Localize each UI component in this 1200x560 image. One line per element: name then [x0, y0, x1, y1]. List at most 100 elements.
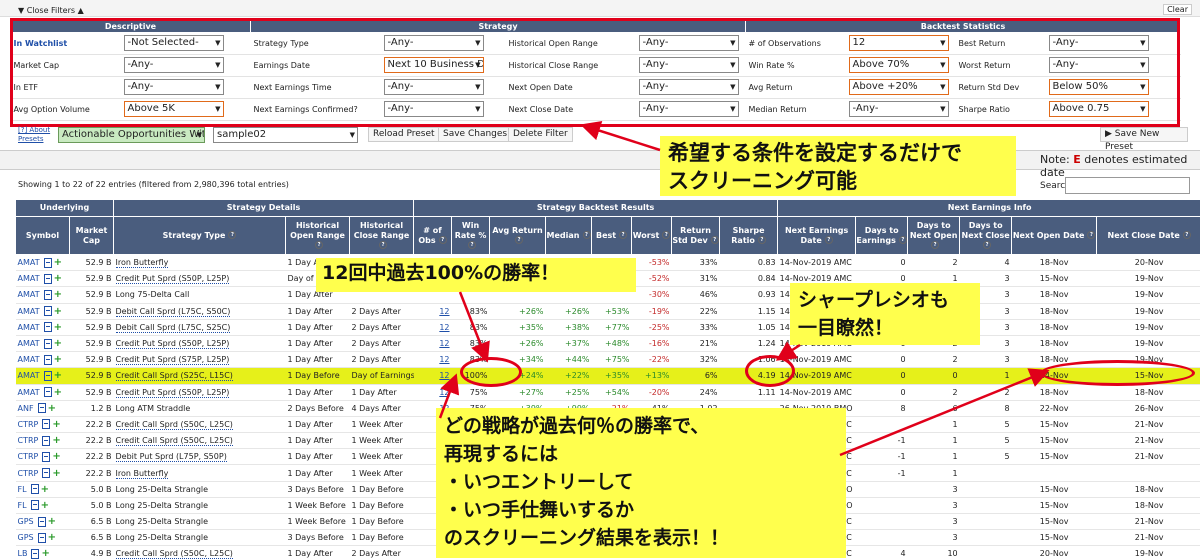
document-icon[interactable] [42, 451, 51, 462]
table-row[interactable]: AMAT +52.9 B Debit Call Sprd (L75C, S25C) 1… [15, 319, 1200, 336]
save-changes-button[interactable]: Save Changes [438, 127, 513, 142]
column-header[interactable]: Avg Return? [489, 216, 547, 255]
about-presets-link[interactable]: [?] About Presets [18, 126, 58, 144]
column-header[interactable]: Next Earnings Date? [777, 216, 857, 255]
delete-filter-button[interactable]: Delete Filter [508, 127, 573, 142]
table-cell[interactable]: AMAT + [15, 351, 70, 369]
column-header[interactable]: Next Close Date? [1096, 216, 1200, 255]
info-icon[interactable]: ? [468, 241, 477, 249]
column-header[interactable]: Best? [591, 216, 633, 255]
table-cell[interactable]: 12 [413, 384, 452, 401]
document-icon[interactable] [43, 257, 52, 268]
add-icon[interactable]: + [48, 532, 56, 543]
column-header[interactable]: Return Std Dev? [671, 216, 721, 255]
column-header[interactable]: Historical Open Range? [285, 216, 351, 255]
column-header[interactable]: Symbol [15, 216, 70, 255]
add-icon[interactable]: + [41, 548, 49, 559]
clear-filters-button[interactable]: Clear [1163, 4, 1192, 15]
document-icon[interactable] [42, 435, 51, 446]
table-cell[interactable]: CTRP + [15, 448, 70, 466]
column-header[interactable]: Worst? [631, 216, 673, 255]
document-icon[interactable] [43, 354, 52, 365]
document-icon[interactable] [43, 387, 52, 398]
document-icon[interactable] [42, 468, 51, 479]
save-new-preset-button[interactable]: ▶ Save New Preset [1100, 127, 1188, 152]
table-cell[interactable]: AMAT + [15, 384, 70, 401]
table-cell[interactable]: CTRP + [15, 432, 70, 450]
document-icon[interactable] [30, 500, 39, 511]
info-icon[interactable]: ? [757, 236, 766, 244]
info-icon[interactable]: ? [582, 231, 591, 239]
table-row[interactable]: AMAT +52.9 B Credit Call Sprd (S25C, L15C)… [15, 367, 1200, 385]
document-icon[interactable] [37, 403, 46, 414]
info-icon[interactable]: ? [228, 231, 237, 239]
column-header[interactable]: Median? [545, 216, 593, 255]
table-cell[interactable]: LB + [15, 545, 70, 560]
table-row[interactable]: AMAT +52.9 B Credit Put Sprd (S50P, L25P) 1… [15, 335, 1200, 353]
add-icon[interactable]: + [54, 273, 62, 284]
add-icon[interactable]: + [41, 484, 49, 495]
add-icon[interactable]: + [54, 306, 62, 317]
column-header[interactable]: Sharpe Ratio? [719, 216, 779, 255]
info-icon[interactable]: ? [1182, 231, 1191, 239]
add-icon[interactable]: + [48, 403, 56, 414]
info-icon[interactable]: ? [662, 231, 671, 239]
add-icon[interactable]: + [52, 451, 60, 462]
table-cell[interactable]: AMAT + [15, 286, 70, 304]
info-icon[interactable]: ? [438, 236, 447, 244]
column-header[interactable]: Days to Next Close? [959, 216, 1013, 255]
info-icon[interactable]: ? [898, 236, 907, 244]
search-input[interactable] [1065, 177, 1190, 194]
info-icon[interactable]: ? [619, 231, 628, 239]
table-row[interactable]: AMAT +52.9 B Debit Call Sprd (L75C, S50C) 1… [15, 303, 1200, 320]
add-icon[interactable]: + [54, 338, 62, 349]
column-header[interactable]: Historical Close Range? [349, 216, 415, 255]
add-icon[interactable]: + [52, 419, 60, 430]
add-icon[interactable]: + [54, 370, 62, 381]
info-icon[interactable]: ? [1087, 231, 1096, 239]
document-icon[interactable] [43, 289, 52, 300]
add-icon[interactable]: + [54, 387, 62, 398]
document-icon[interactable] [42, 419, 51, 430]
column-header[interactable]: Days to Earnings? [855, 216, 909, 255]
document-icon[interactable] [43, 306, 52, 317]
table-cell[interactable]: AMAT + [15, 319, 70, 336]
table-cell[interactable]: AMAT + [15, 303, 70, 320]
preset-category-select[interactable]: Actionable Opportunities With [58, 127, 205, 143]
table-cell[interactable]: ANF + [15, 400, 70, 417]
column-header[interactable]: Days to Next Open? [907, 216, 961, 255]
table-cell[interactable]: 12 [413, 367, 452, 385]
add-icon[interactable]: + [52, 435, 60, 446]
table-cell[interactable]: CTRP + [15, 464, 70, 482]
document-icon[interactable] [43, 370, 52, 381]
table-row[interactable]: AMAT +52.9 B Credit Put Sprd (S50P, L25P) 1… [15, 384, 1200, 401]
document-icon[interactable] [37, 532, 46, 543]
add-icon[interactable]: + [41, 500, 49, 511]
add-icon[interactable]: + [54, 322, 62, 333]
info-icon[interactable]: ? [824, 236, 833, 244]
table-cell[interactable]: GPS + [15, 529, 70, 547]
add-icon[interactable]: + [52, 468, 60, 479]
add-icon[interactable]: + [54, 257, 62, 268]
table-cell[interactable]: GPS + [15, 513, 70, 531]
table-cell[interactable]: 12 [413, 351, 452, 369]
table-cell[interactable]: FL + [15, 497, 70, 515]
info-icon[interactable]: ? [315, 241, 324, 249]
table-cell[interactable]: AMAT + [15, 367, 70, 385]
table-cell[interactable]: AMAT + [15, 270, 70, 288]
info-icon[interactable]: ? [515, 236, 524, 244]
column-header[interactable]: Strategy Type? [113, 216, 287, 255]
document-icon[interactable] [31, 548, 40, 559]
column-header[interactable]: # of Obs? [413, 216, 453, 255]
reload-preset-button[interactable]: Reload Preset [368, 127, 440, 142]
column-header[interactable]: Market Cap [68, 216, 115, 255]
column-header[interactable]: Win Rate %? [451, 216, 491, 255]
column-header[interactable]: Next Open Date? [1011, 216, 1098, 255]
info-icon[interactable]: ? [710, 236, 719, 244]
info-icon[interactable]: ? [931, 241, 940, 249]
table-cell[interactable]: 12 [413, 319, 452, 336]
table-cell[interactable]: CTRP + [15, 416, 70, 434]
table-cell[interactable]: AMAT + [15, 335, 70, 353]
add-icon[interactable]: + [54, 289, 62, 300]
close-filters-link[interactable]: ▼ Close Filters ▲ [18, 6, 84, 15]
